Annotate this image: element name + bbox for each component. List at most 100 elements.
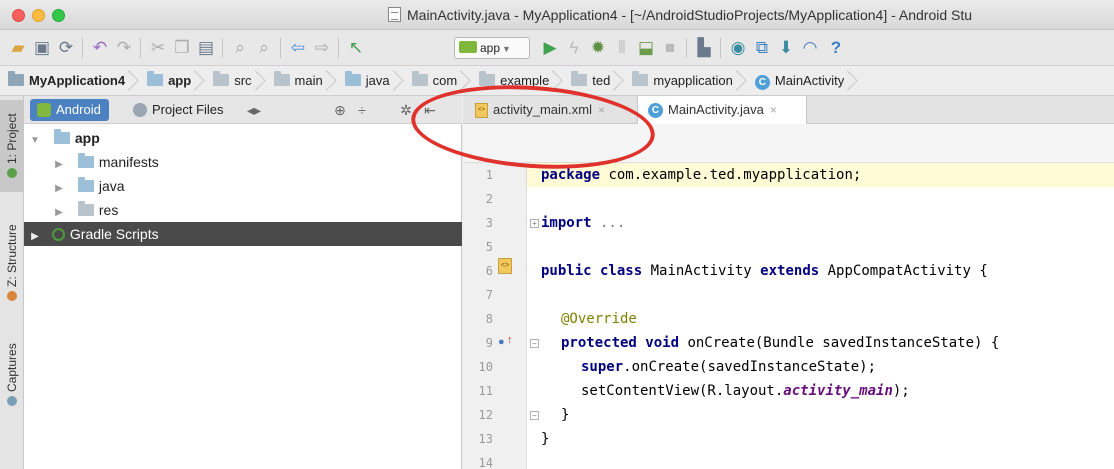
tab-main-activity-java[interactable]: C MainActivity.java × <box>637 96 807 125</box>
collapse-all-icon[interactable]: ÷ <box>352 100 372 120</box>
tree-node-java[interactable]: ▶ java <box>24 174 462 198</box>
breadcrumb-item[interactable]: java <box>337 66 404 95</box>
collapse-arrow-icon[interactable]: ▶ <box>30 225 40 249</box>
profile-icon[interactable]: ⫴ <box>612 38 632 58</box>
code-line: package com.example.ted.myapplication; <box>541 167 862 183</box>
breadcrumb-item[interactable]: ted <box>563 66 624 95</box>
breadcrumb-item[interactable]: myapplication <box>624 66 747 95</box>
line-number: 11 <box>478 384 493 398</box>
line-number: 7 <box>485 288 493 302</box>
folder-icon <box>77 153 94 168</box>
code-line: import ... <box>541 215 626 231</box>
project-tree: ▼ app ▶ manifests ▶ java ▶ res ▶ Gradle … <box>24 124 462 469</box>
nav-back-icon[interactable]: ⇦ <box>288 38 308 58</box>
breadcrumb-item[interactable]: app <box>139 66 205 95</box>
back-icon[interactable]: ↶ <box>90 38 110 58</box>
android-icon <box>37 103 51 117</box>
related-layout-icon[interactable]: <> <box>498 258 512 274</box>
line-number: 12 <box>478 408 493 422</box>
code-line: } <box>541 431 550 447</box>
folder-icon <box>77 177 94 192</box>
project-icon <box>7 168 17 179</box>
forward-icon[interactable]: ↷ <box>114 38 134 58</box>
xml-file-icon: <> <box>475 103 488 118</box>
breadcrumb-item[interactable]: C MainActivity <box>747 66 858 95</box>
view-project-files-tab[interactable]: Project Files <box>126 99 232 121</box>
debug-icon[interactable]: ✹ <box>588 38 608 58</box>
nav-forward-icon[interactable]: ⇨ <box>312 38 332 58</box>
make-icon[interactable]: ↖ <box>346 38 366 58</box>
line-number: 9 <box>485 336 493 350</box>
sync-icon[interactable]: ⟳ <box>56 38 76 58</box>
profiler-icon[interactable]: ◠ <box>800 38 820 58</box>
folder-icon <box>411 71 428 86</box>
tab-activity-main-xml[interactable]: <> activity_main.xml × <box>463 96 633 124</box>
folder-icon <box>213 71 230 86</box>
code-line: super.onCreate(savedInstanceState); <box>581 359 877 375</box>
toolbar-separator <box>82 38 83 58</box>
sdk-icon[interactable]: ◉ <box>728 38 748 58</box>
title-bar: MainActivity.java - MyApplication4 - [~/… <box>0 0 1114 30</box>
avd-icon[interactable]: ▙ <box>694 38 714 58</box>
view-android-tab[interactable]: Android <box>30 99 109 121</box>
breadcrumb-item[interactable]: MyApplication4 <box>0 66 139 95</box>
stop-icon[interactable]: ■ <box>660 38 680 58</box>
maximize-window-button[interactable] <box>52 9 65 22</box>
tool-window-structure[interactable]: Z: Structure <box>0 208 24 318</box>
save-icon[interactable]: ▣ <box>32 38 52 58</box>
breadcrumb-item[interactable]: main <box>266 66 337 95</box>
toolbar-separator <box>720 38 721 58</box>
paste-icon[interactable]: ▤ <box>196 38 216 58</box>
folder-icon <box>632 71 649 86</box>
code-line: public class MainActivity extends AppCom… <box>541 263 988 279</box>
tree-node-res[interactable]: ▶ res <box>24 198 462 222</box>
find-icon[interactable]: ⌕ <box>230 38 250 58</box>
fold-collapse-icon[interactable]: − <box>530 339 539 348</box>
folder-icon <box>8 71 24 86</box>
close-tab-icon[interactable]: × <box>598 103 605 117</box>
override-method-icon[interactable]: ● <box>498 336 505 348</box>
apply-changes-icon[interactable]: ϟ <box>564 38 584 58</box>
scroll-from-source-icon[interactable]: ⊕ <box>330 100 350 120</box>
settings-gear-icon[interactable]: ✲ <box>396 100 416 120</box>
help-icon[interactable]: ? <box>826 38 846 58</box>
folder-icon <box>147 71 164 86</box>
folder-icon <box>77 201 94 216</box>
device-monitor-icon[interactable]: ⬇ <box>776 38 796 58</box>
project-panel-header: Android Project Files ◂▸ ⊕ ÷ ✲ ⇤ <box>24 96 462 124</box>
cut-icon[interactable]: ✂ <box>148 38 168 58</box>
tool-window-project[interactable]: 1: Project <box>0 100 24 192</box>
captures-icon <box>7 396 17 407</box>
breadcrumb-item[interactable]: com <box>404 66 472 95</box>
file-icon <box>388 7 401 22</box>
copy-icon[interactable]: ❐ <box>172 38 192 58</box>
run-icon[interactable]: ▶ <box>540 38 560 58</box>
gradle-sync-icon[interactable]: ⧉ <box>752 38 772 58</box>
code-line: protected void onCreate(Bundle savedInst… <box>561 335 1000 351</box>
module-folder-icon <box>53 129 70 144</box>
fold-expand-icon[interactable]: + <box>530 219 539 228</box>
close-window-button[interactable] <box>12 9 25 22</box>
toolbar-separator <box>686 38 687 58</box>
minimize-window-button[interactable] <box>32 9 45 22</box>
switch-view-icon[interactable]: ◂▸ <box>244 100 264 120</box>
replace-icon[interactable]: ⌕ <box>254 38 274 58</box>
tree-node-manifests[interactable]: ▶ manifests <box>24 150 462 174</box>
folder-icon <box>344 71 361 86</box>
class-icon: C <box>648 103 663 118</box>
line-number: 2 <box>485 192 493 206</box>
code-line: } <box>561 407 570 423</box>
line-number: 5 <box>485 240 493 254</box>
breadcrumb-item[interactable]: example <box>471 66 563 95</box>
breadcrumb-item[interactable]: src <box>205 66 265 95</box>
tool-window-captures[interactable]: Captures <box>0 332 24 418</box>
run-configuration-select[interactable]: app ▼ <box>454 37 530 59</box>
close-tab-icon[interactable]: × <box>770 103 777 117</box>
tree-node-gradle-scripts[interactable]: ▶ Gradle Scripts <box>24 222 462 246</box>
tree-node-app[interactable]: ▼ app <box>24 126 462 150</box>
open-icon[interactable]: ▰ <box>8 38 28 58</box>
fold-end-icon[interactable]: − <box>530 411 539 420</box>
up-arrow-icon: ↑ <box>507 334 513 346</box>
hide-panel-icon[interactable]: ⇤ <box>420 100 440 120</box>
attach-icon[interactable]: ⬓ <box>636 38 656 58</box>
